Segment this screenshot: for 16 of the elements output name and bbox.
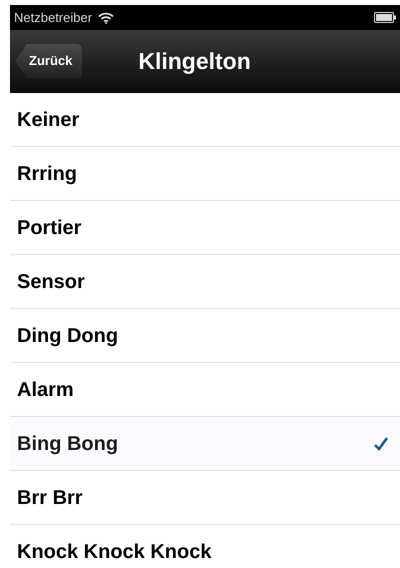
carrier-name: Netzbetreiber xyxy=(14,8,92,27)
ringtone-label: Portier xyxy=(17,216,82,240)
wifi-icon xyxy=(98,12,114,24)
ringtone-row[interactable]: Bing Bong xyxy=(10,417,400,471)
screen-title: Klingelton xyxy=(138,46,251,76)
ringtone-label: Brr Brr xyxy=(17,486,84,510)
back-button[interactable]: Zurück xyxy=(15,44,82,78)
ringtone-label: Knock Knock Knock xyxy=(17,540,212,564)
checkmark-icon xyxy=(374,436,388,450)
ringtone-label: Keiner xyxy=(17,108,80,132)
ringtone-label: Alarm xyxy=(17,378,75,402)
ringtone-label: Rrring xyxy=(17,162,78,186)
ringtone-label: Bing Bong xyxy=(17,432,120,456)
battery-icon xyxy=(374,12,396,23)
ringtone-label: Ding Dong xyxy=(17,324,120,348)
ringtone-label: Sensor xyxy=(17,270,86,294)
